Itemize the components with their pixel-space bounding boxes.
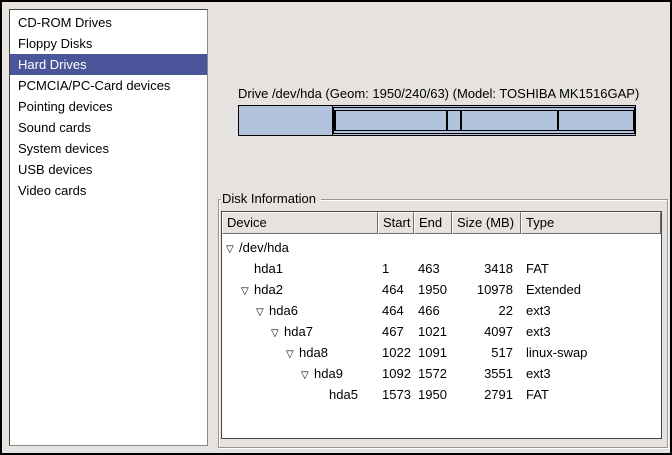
cell-type xyxy=(521,237,661,258)
cell-type: ext3 xyxy=(521,321,661,342)
cell-size xyxy=(452,237,521,258)
partition-segment-hda7 xyxy=(335,110,447,131)
cell-type: FAT xyxy=(521,258,661,279)
disk-information-frame-label: Disk Information xyxy=(221,191,321,207)
cell-start: 464 xyxy=(378,279,414,300)
cell-device: ▽hda7 xyxy=(222,321,378,342)
device-list: CD-ROM DrivesFloppy DisksHard DrivesPCMC… xyxy=(9,9,208,446)
expander-icon[interactable]: ▽ xyxy=(301,365,314,384)
column-header-size-mb[interactable]: Size (MB) xyxy=(452,212,521,234)
cell-size: 3418 xyxy=(452,258,521,279)
expander-icon[interactable]: ▽ xyxy=(286,344,299,363)
sidebar-item-pointing-devices[interactable]: Pointing devices xyxy=(10,96,207,117)
table-row-hda5[interactable]: hda5 157319502791FAT xyxy=(222,384,661,405)
partition-segment-hda9 xyxy=(461,110,558,131)
sidebar-item-floppy-disks[interactable]: Floppy Disks xyxy=(10,33,207,54)
partition-segment-hda5 xyxy=(558,110,634,131)
expander-icon[interactable]: ▽ xyxy=(271,323,284,342)
device-name: hda2 xyxy=(254,282,283,297)
sidebar-item-system-devices[interactable]: System devices xyxy=(10,138,207,159)
cell-end: 466 xyxy=(414,300,452,321)
cell-start: 464 xyxy=(378,300,414,321)
drive-info-label: Drive /dev/hda (Geom: 1950/240/63) (Mode… xyxy=(238,86,636,102)
cell-device: ▽hda6 xyxy=(222,300,378,321)
cell-size: 22 xyxy=(452,300,521,321)
cell-device: ▽hda2 xyxy=(222,279,378,300)
table-row-hda8[interactable]: ▽hda810221091517linux-swap xyxy=(222,342,661,363)
cell-end: 463 xyxy=(414,258,452,279)
cell-device: hda5 xyxy=(222,384,378,405)
device-name: hda5 xyxy=(329,387,358,402)
cell-start: 1 xyxy=(378,258,414,279)
device-name: /dev/hda xyxy=(239,240,289,255)
table-row-hda2[interactable]: ▽hda2464195010978Extended xyxy=(222,279,661,300)
disk-table: DeviceStartEndSize (MB)Type ▽/dev/hdahda… xyxy=(221,211,662,439)
cell-size: 10978 xyxy=(452,279,521,300)
cell-start: 1092 xyxy=(378,363,414,384)
device-name: hda1 xyxy=(254,261,283,276)
cell-size: 2791 xyxy=(452,384,521,405)
cell-size: 4097 xyxy=(452,321,521,342)
cell-device: ▽hda8 xyxy=(222,342,378,363)
sidebar-item-usb-devices[interactable]: USB devices xyxy=(10,159,207,180)
cell-type: FAT xyxy=(521,384,661,405)
column-header-end[interactable]: End xyxy=(414,212,452,234)
expander-icon[interactable]: ▽ xyxy=(241,281,254,300)
sidebar-item-cd-rom-drives[interactable]: CD-ROM Drives xyxy=(10,12,207,33)
cell-end: 1950 xyxy=(414,384,452,405)
cell-end xyxy=(414,237,452,258)
table-body: ▽/dev/hdahda114633418FAT▽hda246419501097… xyxy=(222,234,661,405)
table-row-hda7[interactable]: ▽hda746710214097ext3 xyxy=(222,321,661,342)
sidebar-item-hard-drives[interactable]: Hard Drives xyxy=(10,54,207,75)
sidebar-item-pcmcia-pc-card-devices[interactable]: PCMCIA/PC-Card devices xyxy=(10,75,207,96)
cell-device: hda1 xyxy=(222,258,378,279)
cell-start: 1022 xyxy=(378,342,414,363)
cell-type: Extended xyxy=(521,279,661,300)
device-name: hda9 xyxy=(314,366,343,381)
cell-type: ext3 xyxy=(521,363,661,384)
cell-device: ▽/dev/hda xyxy=(222,237,378,258)
column-header-start[interactable]: Start xyxy=(378,212,414,234)
table-row-dev-hda[interactable]: ▽/dev/hda xyxy=(222,237,661,258)
cell-start: 1573 xyxy=(378,384,414,405)
column-header-device[interactable]: Device xyxy=(222,212,378,234)
cell-end: 1021 xyxy=(414,321,452,342)
cell-end: 1950 xyxy=(414,279,452,300)
device-name: hda8 xyxy=(299,345,328,360)
table-row-hda9[interactable]: ▽hda9109215723551ext3 xyxy=(222,363,661,384)
partition-segment-hda2 xyxy=(333,107,635,134)
cell-start: 467 xyxy=(378,321,414,342)
table-header: DeviceStartEndSize (MB)Type xyxy=(222,212,661,234)
cell-size: 3551 xyxy=(452,363,521,384)
table-row-hda1[interactable]: hda1 14633418FAT xyxy=(222,258,661,279)
expander-icon[interactable]: ▽ xyxy=(226,239,239,258)
cell-end: 1091 xyxy=(414,342,452,363)
sidebar-item-sound-cards[interactable]: Sound cards xyxy=(10,117,207,138)
partition-segment-hda8 xyxy=(447,110,461,131)
cell-end: 1572 xyxy=(414,363,452,384)
cell-device: ▽hda9 xyxy=(222,363,378,384)
cell-type: linux-swap xyxy=(521,342,661,363)
sidebar-item-video-cards[interactable]: Video cards xyxy=(10,180,207,201)
cell-size: 517 xyxy=(452,342,521,363)
hardware-browser-window: CD-ROM DrivesFloppy DisksHard DrivesPCMC… xyxy=(0,0,672,455)
disk-information-frame: Disk Information DeviceStartEndSize (MB)… xyxy=(218,199,668,448)
cell-start xyxy=(378,237,414,258)
partition-bar xyxy=(238,105,636,136)
expander-icon[interactable]: ▽ xyxy=(256,302,269,321)
partition-segment-hda1 xyxy=(239,106,333,135)
cell-type: ext3 xyxy=(521,300,661,321)
device-name: hda6 xyxy=(269,303,298,318)
device-name: hda7 xyxy=(284,324,313,339)
column-header-type[interactable]: Type xyxy=(521,212,661,234)
table-row-hda6[interactable]: ▽hda646446622ext3 xyxy=(222,300,661,321)
